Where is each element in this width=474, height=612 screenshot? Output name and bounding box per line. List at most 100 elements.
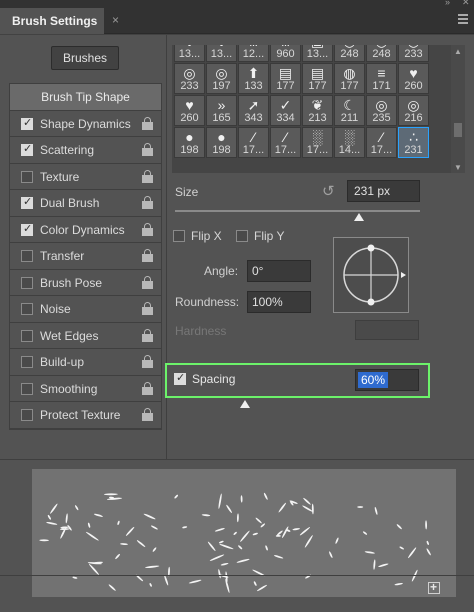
settings-item-checkbox[interactable]	[21, 116, 33, 130]
settings-item-checkbox[interactable]	[21, 276, 33, 289]
brush-preset[interactable]: ∴ 231	[398, 127, 429, 158]
lock-icon[interactable]	[142, 249, 153, 263]
settings-item-checkbox[interactable]	[21, 329, 33, 342]
settings-item-checkbox[interactable]	[21, 409, 33, 421]
settings-item-checkbox[interactable]	[21, 382, 33, 395]
brush-preset[interactable]: ⋔12...	[238, 45, 269, 62]
lock-icon[interactable]	[142, 196, 153, 210]
angle-input[interactable]: 0°	[247, 260, 311, 282]
reset-size-icon[interactable]: ↺	[322, 182, 335, 200]
grid-scrollbar[interactable]: ▲ ▼	[451, 45, 465, 173]
lock-icon[interactable]	[142, 143, 153, 157]
settings-item-wet-edges[interactable]: Wet Edges	[10, 323, 161, 349]
brush-preset[interactable]: ≡ 171	[366, 63, 397, 94]
settings-item-noise[interactable]: Noise	[10, 296, 161, 323]
brush-preset-size: 171	[372, 80, 391, 92]
settings-item-smoothing[interactable]: Smoothing	[10, 376, 161, 402]
scroll-thumb[interactable]	[454, 123, 462, 137]
angle-roundness-dial[interactable]	[333, 237, 409, 313]
dial-graphic	[343, 244, 406, 306]
collapse-icon[interactable]: »	[445, 0, 450, 7]
brush-preset[interactable]: ● 198	[206, 127, 237, 158]
settings-item-brush-pose[interactable]: Brush Pose	[10, 270, 161, 296]
spacing-checkbox[interactable]	[174, 371, 186, 385]
settings-item-shape-dynamics[interactable]: Shape Dynamics	[10, 111, 161, 137]
brush-preset[interactable]: ♥ 260	[174, 95, 205, 126]
brush-preset-size: 198	[212, 144, 231, 156]
brushes-button[interactable]: Brushes	[51, 46, 119, 70]
brush-preset[interactable]: ❦ 213	[302, 95, 333, 126]
lock-icon[interactable]	[142, 302, 153, 316]
roundness-input[interactable]: 100%	[247, 291, 311, 313]
size-slider-track[interactable]	[175, 210, 420, 212]
brush-preset[interactable]: ◎233	[174, 63, 205, 94]
lock-icon[interactable]	[142, 328, 153, 343]
brush-preset-size: 17...	[370, 144, 393, 156]
brush-preset-size: 260	[180, 112, 199, 124]
spacing-input[interactable]: 60%	[355, 369, 419, 391]
spacing-slider-thumb[interactable]	[240, 400, 250, 408]
settings-item-checkbox[interactable]	[21, 142, 33, 156]
lock-icon[interactable]	[142, 355, 153, 369]
brush-preset[interactable]: ◍ 177	[334, 63, 365, 94]
settings-item-checkbox[interactable]	[21, 170, 33, 183]
tab-close-icon[interactable]: ×	[112, 13, 119, 27]
brush-preset[interactable]: ░ 17...	[302, 127, 333, 158]
close-icon[interactable]: ✕	[462, 0, 470, 8]
brush-preset[interactable]: ➚ 343	[238, 95, 269, 126]
settings-item-build-up[interactable]: Build-up	[10, 349, 161, 376]
settings-item-checkbox[interactable]	[21, 195, 33, 209]
settings-item-transfer[interactable]: Transfer	[10, 243, 161, 270]
brush-preset[interactable]: ◎248	[334, 45, 365, 62]
create-new-brush-icon[interactable]	[428, 580, 440, 594]
settings-item-texture[interactable]: Texture	[10, 164, 161, 190]
brush-preset[interactable]: ⁄ 17...	[366, 127, 397, 158]
size-input[interactable]: 231 px	[347, 180, 420, 202]
brush-preset[interactable]: ● 198	[174, 127, 205, 158]
settings-item-checkbox[interactable]	[21, 222, 33, 236]
brush-preset[interactable]: ♥ 260	[398, 63, 429, 94]
brush-preset[interactable]: ⁄ 17...	[238, 127, 269, 158]
lock-icon[interactable]	[142, 222, 153, 237]
angle-label: Angle:	[204, 264, 239, 278]
settings-item-scattering[interactable]: Scattering	[10, 137, 161, 164]
roundness-label: Roundness:	[175, 295, 240, 309]
brush-preset[interactable]: ▤ 177	[270, 63, 301, 94]
brush-preset-size: 12...	[242, 48, 265, 60]
lock-icon[interactable]	[142, 116, 153, 131]
brush-preset[interactable]: ◎248	[366, 45, 397, 62]
settings-item-checkbox[interactable]	[21, 303, 33, 315]
brush-preset[interactable]: » 165	[206, 95, 237, 126]
scroll-down-icon[interactable]: ▼	[454, 163, 462, 172]
brush-preset[interactable]: ⋔960	[270, 45, 301, 62]
scroll-up-icon[interactable]: ▲	[454, 47, 462, 56]
settings-item-dual-brush[interactable]: Dual Brush	[10, 190, 161, 217]
lock-icon[interactable]	[142, 169, 153, 184]
brush-preset[interactable]: ◎ 216	[398, 95, 429, 126]
settings-item-color-dynamics[interactable]: Color Dynamics	[10, 217, 161, 243]
brush-preset[interactable]: ✱13...	[174, 45, 205, 62]
brush-preset[interactable]: ◎ 235	[366, 95, 397, 126]
brush-preset[interactable]: ☾ 211	[334, 95, 365, 126]
brush-preset[interactable]: ◎233	[398, 45, 429, 62]
brush-preset-size: 13...	[306, 48, 329, 60]
brush-preset[interactable]: ◎ 197	[206, 63, 237, 94]
lock-icon[interactable]	[142, 275, 153, 290]
brush-preset[interactable]: ✓ 334	[270, 95, 301, 126]
settings-item-protect-texture[interactable]: Protect Texture	[10, 402, 161, 429]
lock-icon[interactable]	[142, 408, 153, 422]
tab-brush-settings[interactable]: Brush Settings	[0, 8, 104, 34]
brush-preset[interactable]: ░ 14...	[334, 127, 365, 158]
brush-preset[interactable]: ✱13...	[206, 45, 237, 62]
brush-tip-shape-item[interactable]: Brush Tip Shape	[10, 84, 161, 111]
brush-preset[interactable]: ▤ 177	[302, 63, 333, 94]
panel-menu-icon[interactable]	[458, 14, 468, 24]
ring-icon: ◎	[183, 65, 196, 81]
brush-preset[interactable]: ⁄ 17...	[270, 127, 301, 158]
size-slider-thumb[interactable]	[353, 213, 364, 221]
settings-item-checkbox[interactable]	[21, 356, 33, 368]
lock-icon[interactable]	[142, 381, 153, 396]
brush-preset[interactable]: ▣13...	[302, 45, 333, 62]
brush-preset[interactable]: ⬆ 133	[238, 63, 269, 94]
settings-item-checkbox[interactable]	[21, 250, 33, 262]
